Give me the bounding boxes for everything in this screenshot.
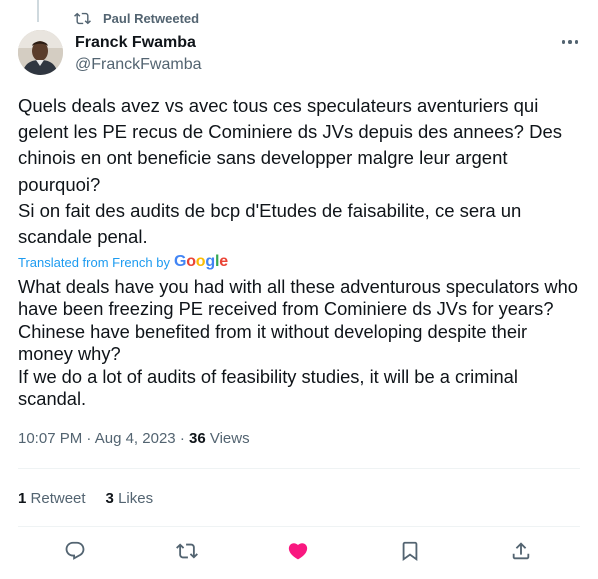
tweet-date[interactable]: Aug 4, 2023 (95, 430, 176, 447)
like-button[interactable] (287, 540, 309, 562)
meta-separator: · (86, 430, 95, 447)
views-label: Views (209, 430, 250, 447)
translation-attribution[interactable]: Translated from French by Google (18, 253, 228, 271)
likes-stat[interactable]: 3 Likes (106, 490, 154, 507)
author-block: Franck Fwamba @FranckFwamba (75, 33, 202, 75)
more-dot (568, 40, 572, 44)
views-count: 36 (188, 430, 206, 447)
share-icon (512, 542, 530, 560)
translated-label: Translated from French by (18, 254, 170, 270)
divider (18, 468, 580, 469)
retweets-stat[interactable]: 1 Retweet (18, 490, 86, 507)
tweet-time[interactable]: 10:07 PM (18, 430, 82, 447)
more-dot (574, 40, 579, 44)
translation-text: What deals have you had with all these a… (18, 276, 578, 410)
meta-separator: · (179, 430, 189, 447)
author-handle[interactable]: @FranckFwamba (75, 55, 202, 75)
retweeted-by-link[interactable]: Paul Retweeted (103, 11, 199, 26)
google-logo: Google (173, 253, 228, 270)
retweet-icon (74, 10, 91, 27)
bookmark-button[interactable] (399, 540, 421, 562)
share-button[interactable] (510, 540, 532, 562)
like-icon-filled (288, 543, 308, 560)
likes-label: Likes (118, 490, 154, 507)
likes-count: 3 (105, 490, 114, 507)
retweet-button[interactable] (176, 540, 198, 562)
tweet-text: Quels deals avez vs avec tous ces specul… (18, 95, 562, 248)
retweets-label: Retweet (30, 490, 86, 507)
more-button[interactable] (556, 34, 584, 50)
divider (18, 526, 580, 527)
author-name[interactable]: Franck Fwamba (75, 33, 202, 53)
bookmark-icon (402, 541, 418, 562)
retweets-count: 1 (18, 490, 27, 507)
retweet-icon (176, 543, 198, 559)
reply-button[interactable] (64, 540, 86, 562)
engagement-stats: 1 Retweet 3 Likes (18, 490, 153, 507)
more-dot (561, 40, 566, 44)
avatar[interactable] (18, 30, 63, 75)
reply-icon (65, 541, 85, 560)
tweet-meta: 10:07 PM · Aug 4, 2023 · 36 Views (18, 430, 250, 447)
retweet-banner: Paul Retweeted (74, 9, 199, 27)
thread-connector-line (37, 0, 39, 22)
